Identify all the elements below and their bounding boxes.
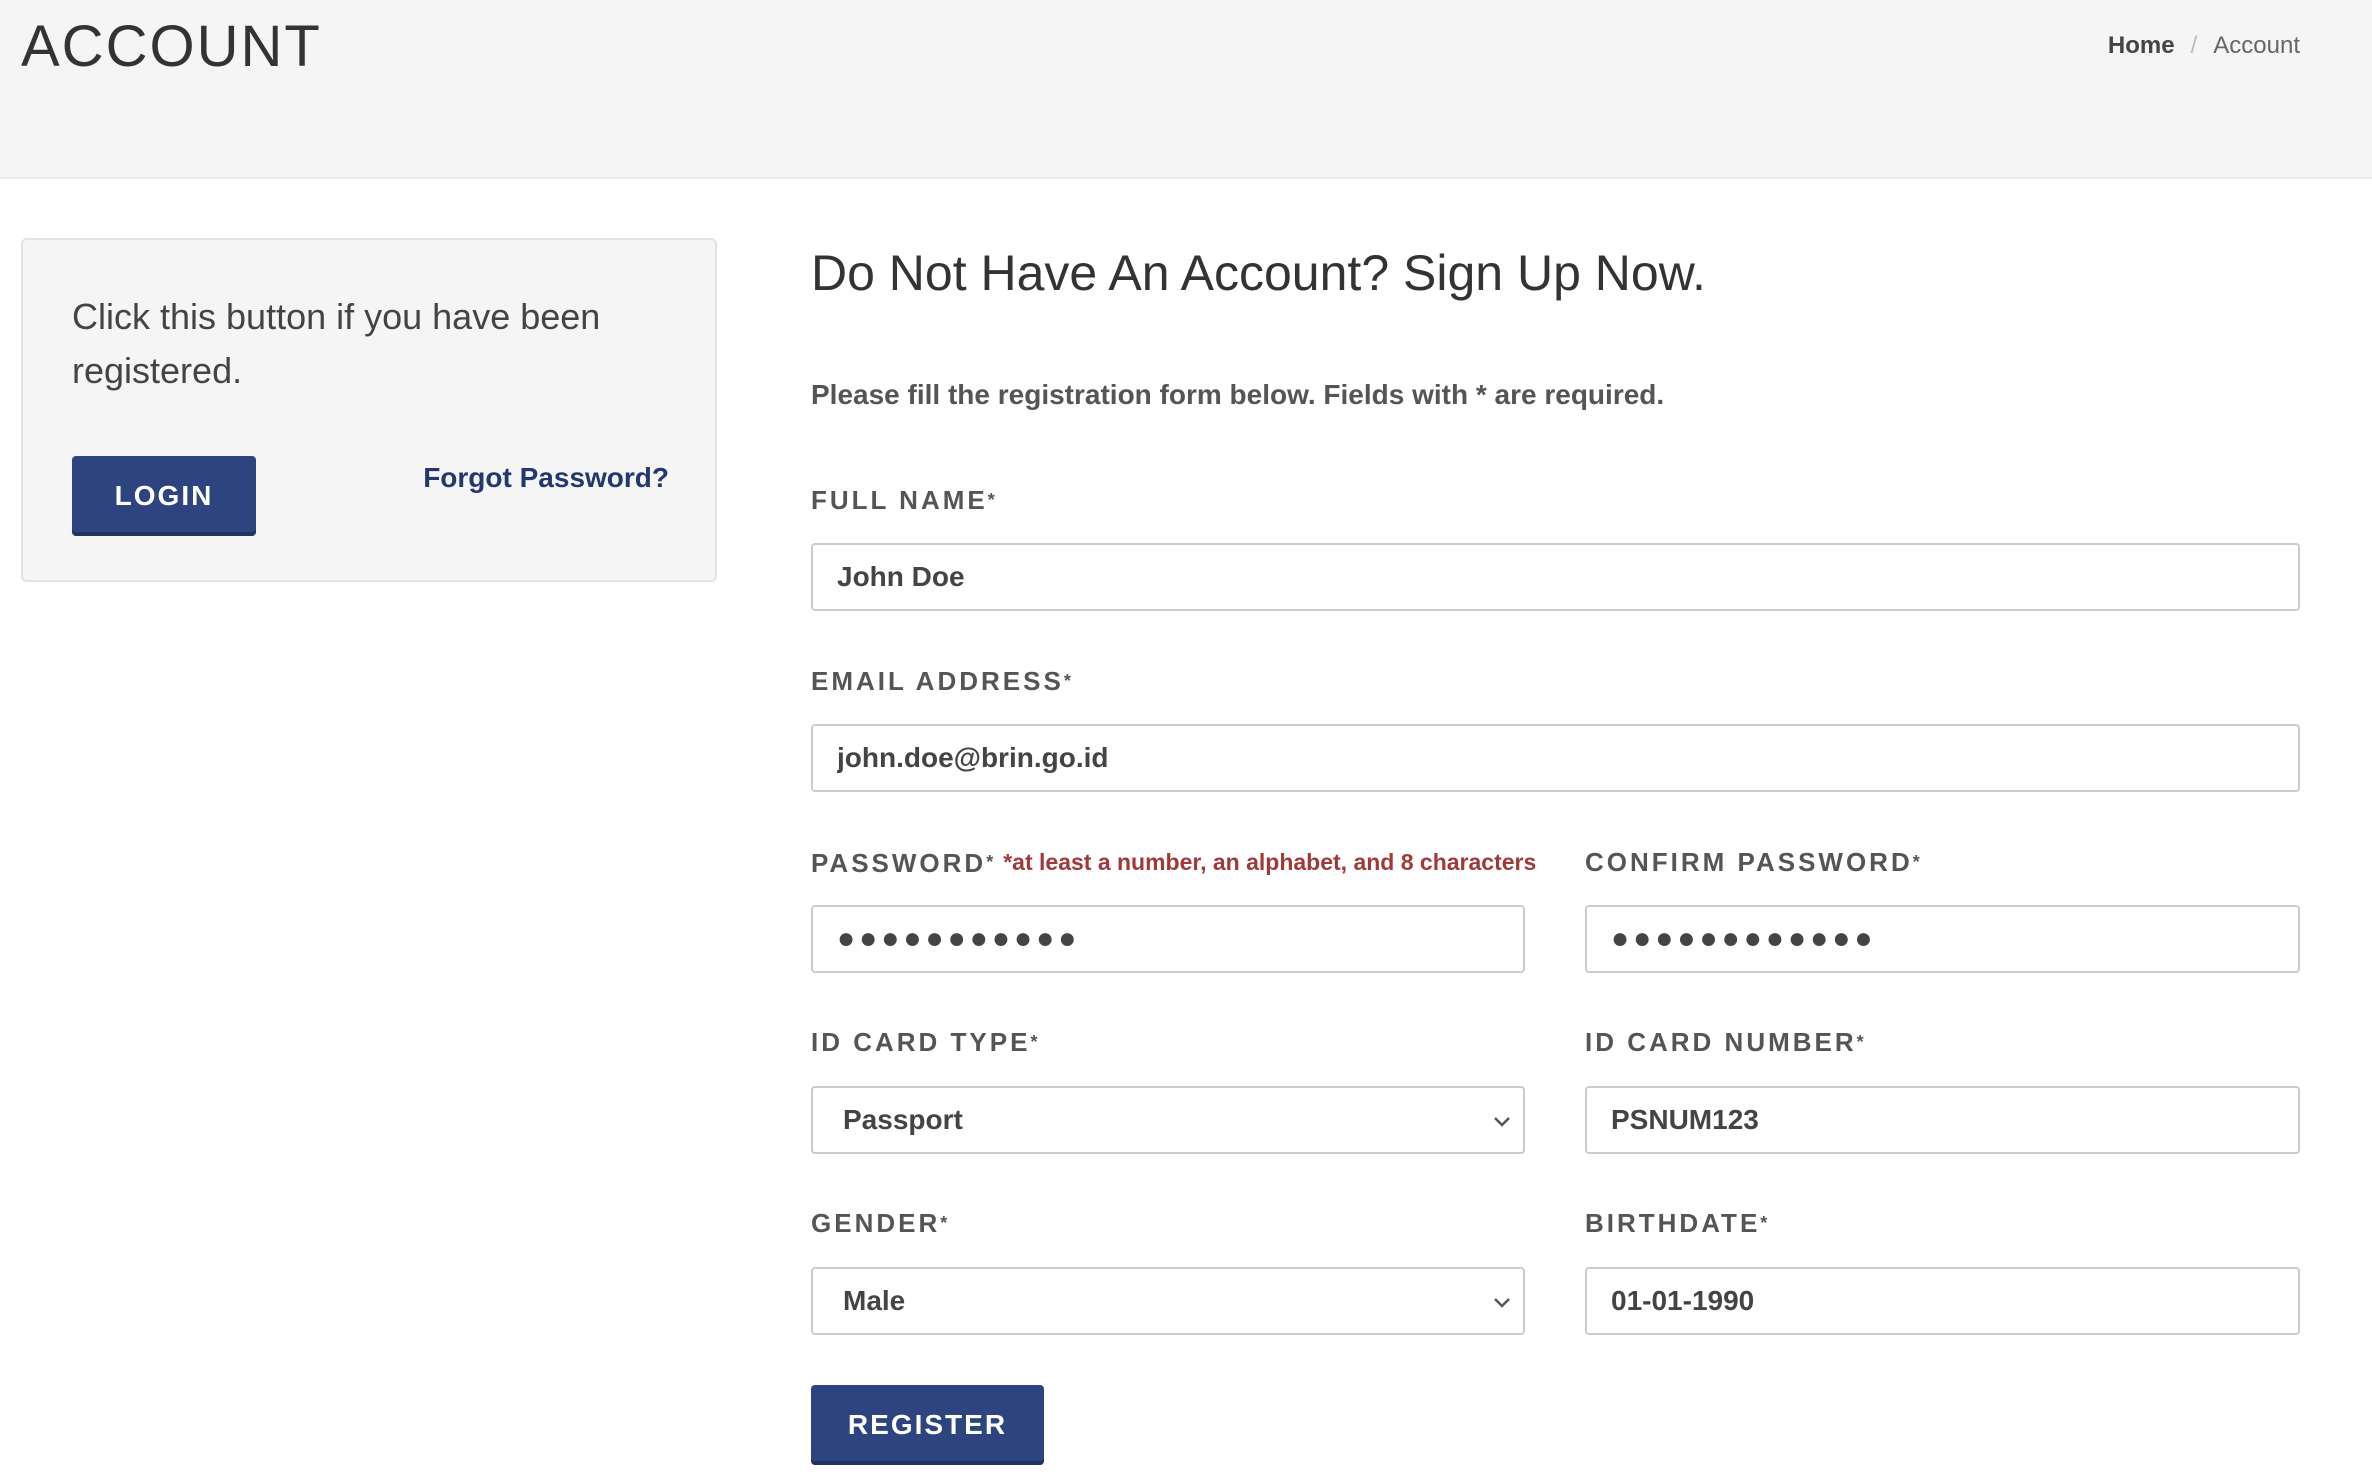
required-marker: * [1912,852,1920,872]
breadcrumb: Home / Account [2108,30,2300,62]
form-intro: Please fill the registration form below.… [811,379,1665,410]
id-card-number-input[interactable] [1585,1086,2300,1154]
required-marker: * [1030,1032,1038,1052]
gender-label: GENDER* [811,1206,947,1240]
gender-label-text: GENDER [811,1208,941,1238]
breadcrumb-home-link[interactable]: Home [2108,30,2175,62]
register-button[interactable]: REGISTER [811,1385,1044,1465]
required-marker: * [1063,671,1071,691]
id-card-number-label-text: ID CARD NUMBER [1585,1027,1857,1057]
full-name-input[interactable] [811,543,2300,611]
password-label-text: PASSWORD [811,848,987,878]
chevron-down-icon [1494,1117,1510,1127]
id-card-type-select[interactable]: Passport [811,1086,1525,1154]
email-label: EMAIL ADDRESS* [811,664,1071,698]
id-card-type-value: Passport [843,1104,963,1135]
form-title: Do Not Have An Account? Sign Up Now. [811,245,1706,301]
email-input[interactable] [811,724,2300,792]
login-panel: Click this button if you have been regis… [21,238,717,582]
password-label: PASSWORD* *at least a number, an alphabet… [811,845,1536,880]
required-marker: * [1856,1032,1864,1052]
confirm-password-label: CONFIRM PASSWORD* [1585,845,1920,879]
full-name-label-text: FULL NAME [811,485,988,515]
page-header: ACCOUNT Home / Account [0,0,2372,179]
id-card-number-label: ID CARD NUMBER* [1585,1025,1864,1059]
required-marker: * [987,490,995,510]
birthdate-input[interactable] [1585,1267,2300,1335]
required-marker: * [940,1213,948,1233]
required-marker: * [986,852,994,872]
chevron-down-icon [1494,1298,1510,1308]
birthdate-label-text: BIRTHDATE [1585,1208,1761,1238]
id-card-type-label: ID CARD TYPE* [811,1025,1037,1059]
id-card-type-label-text: ID CARD TYPE [811,1027,1031,1057]
password-input[interactable] [811,905,1525,973]
full-name-label: FULL NAME* [811,483,995,517]
email-label-text: EMAIL ADDRESS [811,666,1064,696]
confirm-password-input[interactable] [1585,905,2300,973]
page-title: ACCOUNT [21,14,322,79]
confirm-password-label-text: CONFIRM PASSWORD [1585,847,1913,877]
forgot-password-link[interactable]: Forgot Password? [423,458,669,498]
password-hint: *at least a number, an alphabet, and 8 c… [1003,849,1537,875]
gender-select[interactable]: Male [811,1267,1525,1335]
login-prompt-text: Click this button if you have been regis… [72,296,601,391]
birthdate-label: BIRTHDATE* [1585,1206,1767,1240]
required-marker: * [1760,1213,1768,1233]
login-button[interactable]: LOGIN [72,456,256,536]
breadcrumb-current: Account [2213,32,2300,59]
gender-value: Male [843,1285,906,1316]
breadcrumb-separator: / [2190,32,2198,59]
